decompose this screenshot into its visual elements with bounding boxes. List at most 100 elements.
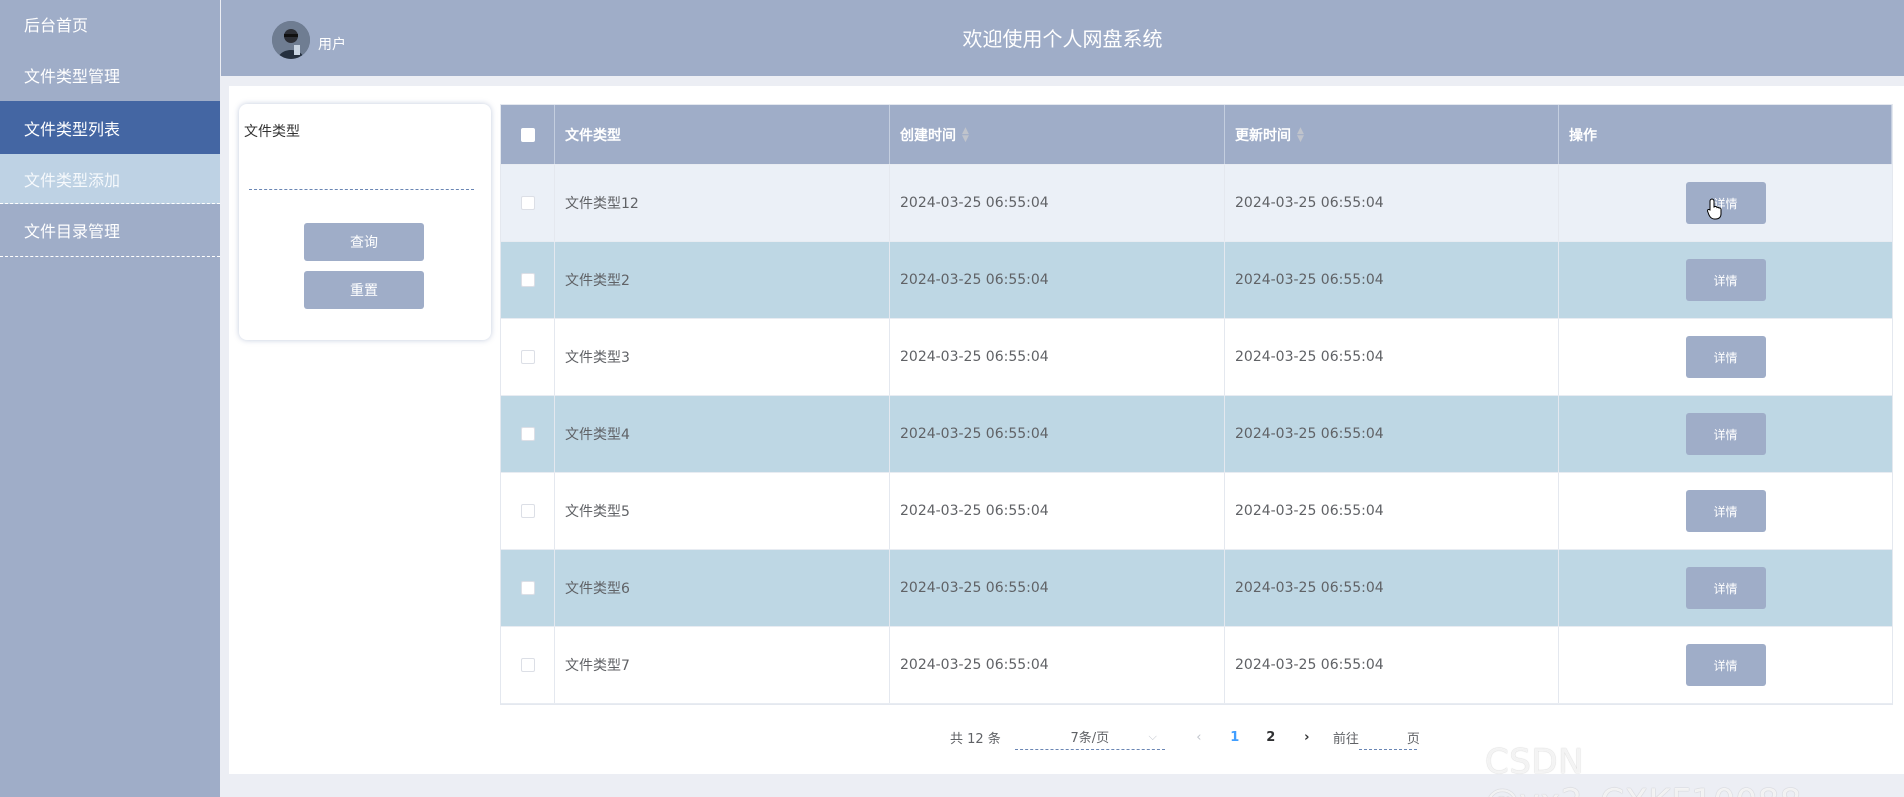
cell-updated: 2024-03-25 06:55:04 <box>1225 396 1559 472</box>
detail-button[interactable]: 详情 <box>1685 567 1766 609</box>
goto-unit: 页 <box>1406 731 1420 747</box>
table-row: 文件类型7 2024-03-25 06:55:04 2024-03-25 06:… <box>501 627 1892 704</box>
header-type: 文件类型 <box>555 105 890 164</box>
table-row: 文件类型6 2024-03-25 06:55:04 2024-03-25 06:… <box>501 550 1892 627</box>
cell-type: 文件类型5 <box>555 473 890 549</box>
cell-action: 详情 <box>1559 319 1892 395</box>
detail-button[interactable]: 详情 <box>1685 490 1766 532</box>
sidebar-item-label: 文件类型添加 <box>24 170 121 190</box>
header-action: 操作 <box>1559 105 1892 164</box>
cell-updated: 2024-03-25 06:55:04 <box>1225 319 1559 395</box>
page-size-select[interactable]: 7条/页 ⌵ <box>1014 724 1165 750</box>
sidebar-item-home[interactable]: 后台首页 <box>0 0 220 48</box>
cell-created: 2024-03-25 06:55:04 <box>890 319 1225 395</box>
cell-created: 2024-03-25 06:55:04 <box>890 550 1225 626</box>
prev-page-icon[interactable]: ‹ <box>1181 730 1217 745</box>
cell-type: 文件类型7 <box>555 627 890 703</box>
sidebar-item-filetype-add[interactable]: 文件类型添加 <box>0 154 220 204</box>
cell-updated: 2024-03-25 06:55:04 <box>1225 627 1559 703</box>
search-label: 文件类型 <box>244 124 300 140</box>
row-checkbox[interactable] <box>520 273 535 287</box>
row-checkbox[interactable] <box>520 581 535 595</box>
cell-updated: 2024-03-25 06:55:04 <box>1225 550 1559 626</box>
row-checkbox[interactable] <box>520 196 535 210</box>
detail-button[interactable]: 详情 <box>1685 259 1766 301</box>
sidebar-item-label: 文件类型管理 <box>24 66 121 86</box>
detail-button[interactable]: 详情 <box>1685 182 1766 224</box>
table-row: 文件类型5 2024-03-25 06:55:04 2024-03-25 06:… <box>501 473 1892 550</box>
select-all-checkbox[interactable] <box>520 127 535 142</box>
page-number[interactable]: 1 <box>1217 730 1253 745</box>
cell-created: 2024-03-25 06:55:04 <box>890 473 1225 549</box>
header-select-cell <box>501 105 555 164</box>
detail-button[interactable]: 详情 <box>1685 644 1766 686</box>
cell-updated: 2024-03-25 06:55:04 <box>1225 473 1559 549</box>
cell-type: 文件类型4 <box>555 396 890 472</box>
row-select-cell <box>501 242 555 318</box>
reset-button[interactable]: 重置 <box>304 271 424 309</box>
page-number[interactable]: 2 <box>1253 730 1289 745</box>
row-checkbox[interactable] <box>520 427 535 441</box>
table-row: 文件类型2 2024-03-25 06:55:04 2024-03-25 06:… <box>501 242 1892 319</box>
table-header-row: 文件类型 创建时间 ▲ ▼ 更新时间 ▲ ▼ 操作 <box>501 105 1892 165</box>
sidebar-item-label: 后台首页 <box>24 16 89 35</box>
sidebar-item-label: 文件类型列表 <box>24 119 121 139</box>
header-created[interactable]: 创建时间 ▲ ▼ <box>890 105 1225 164</box>
row-select-cell <box>501 627 555 703</box>
cell-updated: 2024-03-25 06:55:04 <box>1225 165 1559 241</box>
cell-action: 详情 <box>1559 165 1892 241</box>
page-size-value: 7条/页 <box>1070 731 1110 746</box>
row-select-cell <box>501 165 555 241</box>
cell-created: 2024-03-25 06:55:04 <box>890 396 1225 472</box>
row-select-cell <box>501 473 555 549</box>
query-button[interactable]: 查询 <box>304 223 424 261</box>
cell-type: 文件类型3 <box>555 319 890 395</box>
row-select-cell <box>501 396 555 472</box>
filetype-search-input[interactable] <box>249 164 474 190</box>
header-action-label: 操作 <box>1569 127 1597 144</box>
header-created-label: 创建时间 <box>900 127 956 144</box>
sidebar-item-filetype-list[interactable]: 文件类型列表 <box>0 101 220 154</box>
cell-created: 2024-03-25 06:55:04 <box>890 242 1225 318</box>
chevron-down-icon: ⌵ <box>1148 729 1157 743</box>
cell-type: 文件类型6 <box>555 550 890 626</box>
cell-created: 2024-03-25 06:55:04 <box>890 165 1225 241</box>
cell-type: 文件类型2 <box>555 242 890 318</box>
page-title: 欢迎使用个人网盘系统 <box>962 27 1163 51</box>
cell-created: 2024-03-25 06:55:04 <box>890 627 1225 703</box>
header-type-label: 文件类型 <box>565 127 621 144</box>
row-checkbox[interactable] <box>520 350 535 364</box>
cell-action: 详情 <box>1559 627 1892 703</box>
cell-action: 详情 <box>1559 550 1892 626</box>
sidebar-item-filetype-manage[interactable]: 文件类型管理 <box>0 48 220 101</box>
watermark: CSDN @vx2_CXKF10088 <box>1485 742 1801 797</box>
table-row: 文件类型3 2024-03-25 06:55:04 2024-03-25 06:… <box>501 319 1892 396</box>
table-row: 文件类型4 2024-03-25 06:55:04 2024-03-25 06:… <box>501 396 1892 473</box>
cell-action: 详情 <box>1559 473 1892 549</box>
sort-icon[interactable]: ▲ ▼ <box>962 126 969 143</box>
header-updated[interactable]: 更新时间 ▲ ▼ <box>1225 105 1559 164</box>
sidebar: 后台首页 文件类型管理 文件类型列表 文件类型添加 文件目录管理 <box>0 0 220 797</box>
pagination-total: 共 12 条 <box>950 731 1001 747</box>
next-page-icon[interactable]: › <box>1289 730 1325 745</box>
goto-label: 前往 <box>1332 731 1359 747</box>
sidebar-item-directory-manage[interactable]: 文件目录管理 <box>0 204 220 257</box>
row-checkbox[interactable] <box>520 658 535 672</box>
header-updated-label: 更新时间 <box>1235 127 1291 144</box>
sidebar-item-label: 文件目录管理 <box>24 222 121 241</box>
row-select-cell <box>501 319 555 395</box>
row-checkbox[interactable] <box>520 504 535 518</box>
detail-button[interactable]: 详情 <box>1685 336 1766 378</box>
sort-icon[interactable]: ▲ ▼ <box>1297 126 1304 143</box>
filetype-table: 文件类型 创建时间 ▲ ▼ 更新时间 ▲ ▼ 操作 文件类型12 2024-03-25 … <box>500 104 1893 705</box>
header: 用户 欢迎使用个人网盘系统 <box>221 0 1904 76</box>
table-row: 文件类型12 2024-03-25 06:55:04 2024-03-25 06… <box>501 165 1892 242</box>
cell-type: 文件类型12 <box>555 165 890 241</box>
search-card: 文件类型 查询 重置 <box>239 104 491 340</box>
cell-action: 详情 <box>1559 242 1892 318</box>
row-select-cell <box>501 550 555 626</box>
detail-button[interactable]: 详情 <box>1685 413 1766 455</box>
hand-cursor-icon <box>1706 198 1725 224</box>
pagination: 共 12 条 7条/页 ⌵ ‹ 1 2 › 前往 页 <box>950 724 1420 750</box>
cell-updated: 2024-03-25 06:55:04 <box>1225 242 1559 318</box>
